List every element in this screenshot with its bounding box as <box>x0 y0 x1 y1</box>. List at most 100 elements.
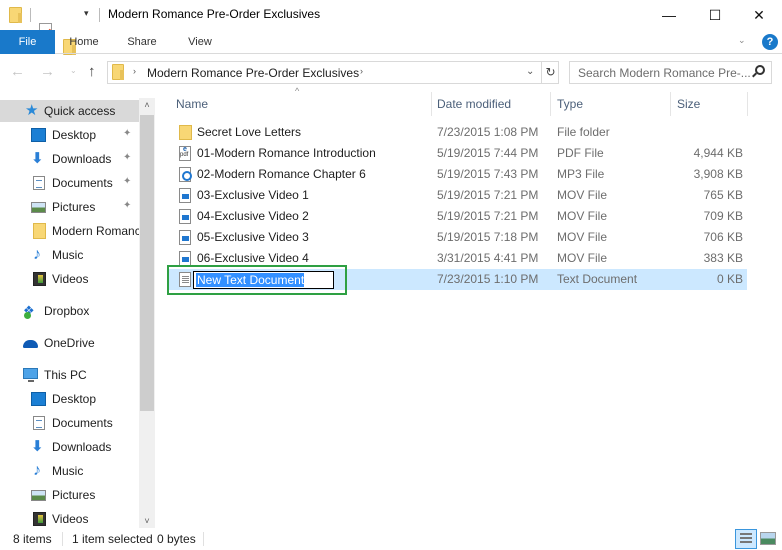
file-row[interactable]: Secret Love Letters 7/23/2015 1:08 PM Fi… <box>167 122 747 143</box>
pin-icon: ✦ <box>123 200 132 211</box>
file-size: 706 KB <box>703 230 743 244</box>
file-type: MOV File <box>557 209 608 223</box>
nav-item-label: Videos <box>52 272 89 286</box>
search-box[interactable] <box>569 61 772 84</box>
file-row[interactable]: 05-Exclusive Video 3 5/19/2015 7:18 PM M… <box>167 227 747 248</box>
back-button[interactable]: ← <box>10 63 25 80</box>
file-name: 03-Exclusive Video 1 <box>197 188 309 202</box>
file-date: 5/19/2015 7:18 PM <box>437 230 539 244</box>
nav-item-downloads[interactable]: ⬇ Downloads <box>0 436 139 458</box>
column-divider[interactable] <box>747 92 748 116</box>
folder-icon <box>179 125 192 140</box>
search-icon[interactable] <box>755 65 765 75</box>
column-header-type[interactable]: Type <box>551 90 670 118</box>
file-date: 7/23/2015 1:10 PM <box>437 272 539 286</box>
file-size: 3,908 KB <box>693 167 743 181</box>
large-icons-view-button[interactable] <box>760 532 776 545</box>
navigation-bar: ← → ⌄ ↑ › Modern Romance Pre-Order Exclu… <box>0 54 782 90</box>
nav-item-label: Desktop <box>52 128 97 142</box>
file-date: 7/23/2015 1:08 PM <box>437 125 539 139</box>
tab-view[interactable]: View <box>178 30 222 54</box>
expand-ribbon-icon[interactable]: ⌄ <box>738 35 746 46</box>
nav-item-documents[interactable]: Documents <box>0 412 139 434</box>
column-header-date[interactable]: Date modified <box>432 90 550 118</box>
nav-item-pictures[interactable]: Pictures ✦ <box>0 196 139 218</box>
downloads-icon: ⬇ <box>31 438 44 455</box>
rename-selection[interactable]: New Text Document <box>196 273 305 287</box>
up-button[interactable]: ↑ <box>88 63 96 80</box>
details-view-button[interactable] <box>735 529 757 549</box>
nav-item-pictures[interactable]: Pictures <box>0 484 139 506</box>
recent-locations-dropdown[interactable]: ⌄ <box>70 66 77 75</box>
maximize-button[interactable]: ☐ <box>692 0 738 30</box>
nav-item-label: Music <box>52 248 84 262</box>
this-pc-icon <box>23 368 38 382</box>
nav-item-videos[interactable]: Videos <box>0 268 139 290</box>
forward-button[interactable]: → <box>40 63 55 80</box>
nav-item-desktop[interactable]: Desktop ✦ <box>0 124 139 146</box>
nav-item-this-pc[interactable]: This PC <box>0 364 139 386</box>
help-icon[interactable]: ? <box>762 34 778 50</box>
mov-file-icon <box>179 230 191 245</box>
search-input[interactable] <box>570 62 750 83</box>
close-button[interactable]: ✕ <box>736 0 782 30</box>
nav-item-label: Videos <box>52 512 89 526</box>
nav-item-music[interactable]: ♪ Music <box>0 244 139 266</box>
pictures-icon <box>31 202 46 213</box>
column-header-name[interactable]: Name <box>167 90 431 118</box>
scrollbar-thumb[interactable] <box>140 115 154 411</box>
file-row-selected[interactable]: New Text Document 7/23/2015 1:10 PM Text… <box>167 269 747 290</box>
pin-icon: ✦ <box>123 152 132 163</box>
tab-share[interactable]: Share <box>120 30 164 54</box>
scroll-up-button[interactable]: ˄ <box>139 100 155 110</box>
nav-item-documents[interactable]: Documents ✦ <box>0 172 139 194</box>
customize-toolbar-dropdown[interactable]: ▾ <box>84 8 89 19</box>
pin-icon: ✦ <box>123 128 132 139</box>
downloads-icon: ⬇ <box>31 150 44 167</box>
pin-icon: ✦ <box>123 176 132 187</box>
nav-item-label: Pictures <box>52 200 96 214</box>
nav-item-modern-romance[interactable]: Modern Romance Pre-Order Exclusives <box>0 220 139 242</box>
nav-item-desktop[interactable]: Desktop <box>0 388 139 410</box>
mov-file-icon <box>179 251 191 266</box>
file-row[interactable]: 01-Modern Romance Introduction 5/19/2015… <box>167 143 747 164</box>
tab-home[interactable]: Home <box>62 30 106 54</box>
nav-item-label: Documents <box>52 176 113 190</box>
nav-pane-scrollbar[interactable]: ˄ ˅ <box>139 98 155 528</box>
minimize-button[interactable]: — <box>646 0 692 30</box>
ribbon-tabs: File Home Share View ⌄ ? <box>0 30 782 54</box>
file-row[interactable]: 04-Exclusive Video 2 5/19/2015 7:21 PM M… <box>167 206 747 227</box>
nav-item-quick-access[interactable]: ★ Quick access <box>0 100 139 122</box>
breadcrumb-separator[interactable]: › <box>133 66 136 76</box>
pdf-file-icon <box>179 146 191 161</box>
refresh-button[interactable]: ↻ <box>541 62 559 83</box>
dropbox-icon: ❖ <box>23 304 38 319</box>
nav-item-downloads[interactable]: ⬇ Downloads ✦ <box>0 148 139 170</box>
scroll-down-button[interactable]: ˅ <box>139 516 155 526</box>
file-row[interactable]: 02-Modern Romance Chapter 6 5/19/2015 7:… <box>167 164 747 185</box>
onedrive-icon <box>23 340 38 348</box>
column-label: Name <box>176 97 209 111</box>
nav-item-label: Documents <box>52 416 113 430</box>
nav-item-onedrive[interactable]: OneDrive <box>0 332 139 354</box>
file-size: 765 KB <box>703 188 743 202</box>
column-label: Type <box>557 97 584 111</box>
file-size: 383 KB <box>703 251 743 265</box>
nav-item-videos[interactable]: Videos <box>0 508 139 530</box>
column-header-size[interactable]: Size <box>671 90 747 118</box>
tab-file[interactable]: File <box>0 30 55 54</box>
breadcrumb-item[interactable]: Modern Romance Pre-Order Exclusives <box>147 66 359 80</box>
rename-field[interactable]: New Text Document <box>193 271 334 289</box>
file-type: MOV File <box>557 230 608 244</box>
breadcrumb-separator[interactable]: › <box>360 66 363 76</box>
file-type: File folder <box>557 125 610 139</box>
nav-item-dropbox[interactable]: ❖ Dropbox <box>0 300 139 322</box>
divider <box>30 8 31 22</box>
address-bar[interactable]: › Modern Romance Pre-Order Exclusives › … <box>107 61 559 84</box>
address-dropdown[interactable]: ⌄ <box>526 66 534 77</box>
item-count: 8 items <box>13 532 52 546</box>
file-row[interactable]: 03-Exclusive Video 1 5/19/2015 7:21 PM M… <box>167 185 747 206</box>
file-row[interactable]: 06-Exclusive Video 4 3/31/2015 4:41 PM M… <box>167 248 747 269</box>
nav-item-music[interactable]: ♪ Music <box>0 460 139 482</box>
mov-file-icon <box>179 188 191 203</box>
